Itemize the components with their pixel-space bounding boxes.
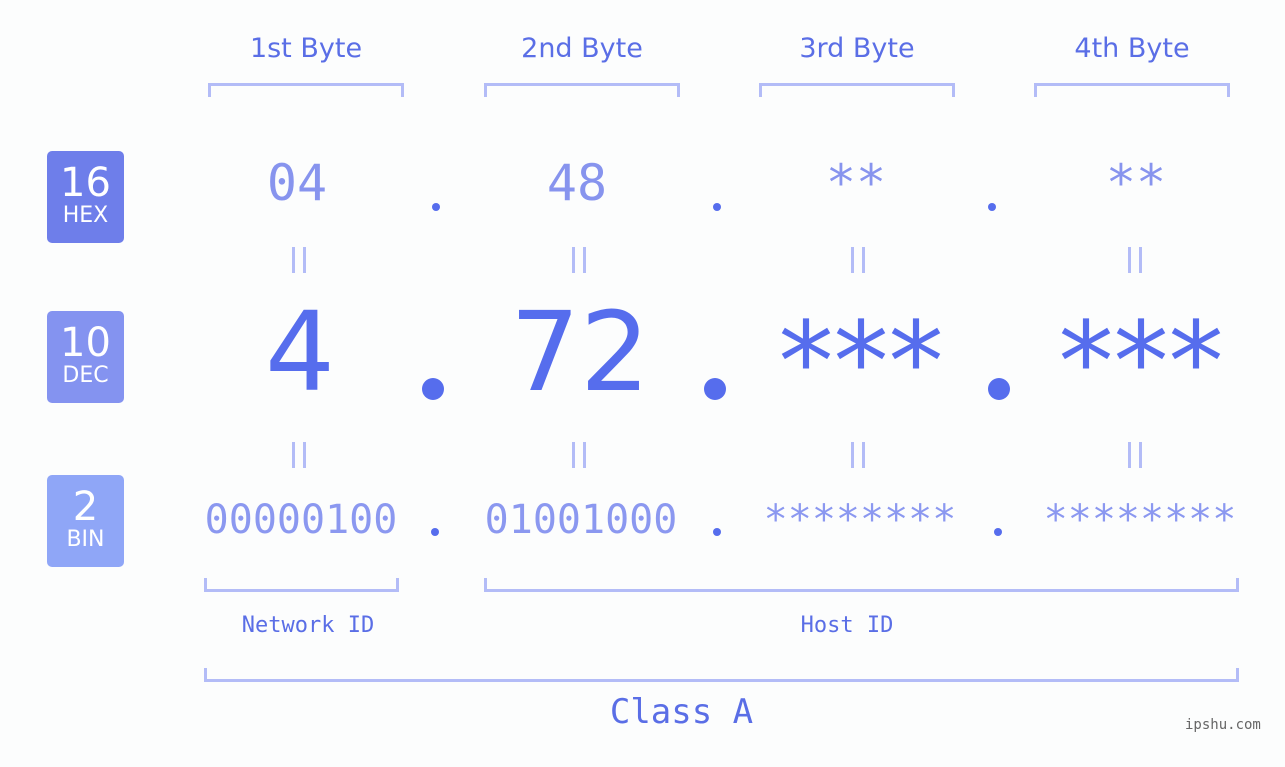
equals-icon (851, 247, 865, 273)
dec-byte-2: 72 (510, 288, 650, 416)
dec-separator-dot (422, 378, 444, 400)
byte-header-3: 3rd Byte (799, 33, 915, 64)
network-id-label: Network ID (241, 613, 375, 638)
host-id-label: Host ID (800, 613, 894, 638)
dec-base-label: DEC (62, 363, 109, 388)
dec-base-number: 10 (60, 320, 111, 366)
bin-byte-2: 01001000 (484, 497, 678, 543)
dec-separator-dot (988, 378, 1010, 400)
equals-icon (572, 247, 586, 273)
dec-byte-4: *** (1058, 298, 1224, 426)
dec-byte-3: *** (778, 298, 944, 426)
byte-bracket-4 (1034, 83, 1230, 97)
byte-bracket-2 (484, 83, 680, 97)
byte-bracket-1 (208, 83, 404, 97)
network-id-bracket (204, 578, 399, 592)
equals-icon (1128, 247, 1142, 273)
class-label: Class A (609, 692, 754, 732)
hex-badge: 16 HEX (47, 151, 124, 243)
hex-base-label: HEX (62, 203, 109, 228)
host-id-bracket (484, 578, 1239, 592)
equals-icon (292, 247, 306, 273)
hex-separator-dot (713, 203, 721, 211)
hex-byte-4: ** (1105, 154, 1167, 212)
class-bracket (204, 668, 1239, 682)
dec-byte-1: 4 (265, 288, 335, 416)
dec-separator-dot (704, 378, 726, 400)
bin-byte-4: ******** (1043, 497, 1237, 543)
byte-header-1: 1st Byte (249, 33, 363, 64)
hex-separator-dot (432, 203, 440, 211)
byte-header-2: 2nd Byte (521, 33, 643, 64)
dec-badge: 10 DEC (47, 311, 124, 403)
bin-separator-dot (431, 528, 439, 536)
byte-bracket-3 (759, 83, 955, 97)
byte-header-4: 4th Byte (1074, 33, 1190, 64)
hex-byte-3: ** (825, 154, 887, 212)
hex-byte-1: 04 (266, 154, 328, 212)
equals-icon (572, 442, 586, 468)
hex-separator-dot (988, 203, 996, 211)
bin-badge: 2 BIN (47, 475, 124, 567)
hex-base-number: 16 (60, 160, 111, 206)
bin-separator-dot (713, 528, 721, 536)
bin-base-label: BIN (66, 527, 105, 552)
equals-icon (292, 442, 306, 468)
hex-byte-2: 48 (546, 154, 608, 212)
watermark: ipshu.com (1185, 717, 1261, 733)
equals-icon (851, 442, 865, 468)
bin-byte-3: ******** (763, 497, 957, 543)
bin-base-number: 2 (72, 484, 99, 530)
bin-separator-dot (994, 528, 1002, 536)
equals-icon (1128, 442, 1142, 468)
bin-byte-1: 00000100 (204, 497, 398, 543)
